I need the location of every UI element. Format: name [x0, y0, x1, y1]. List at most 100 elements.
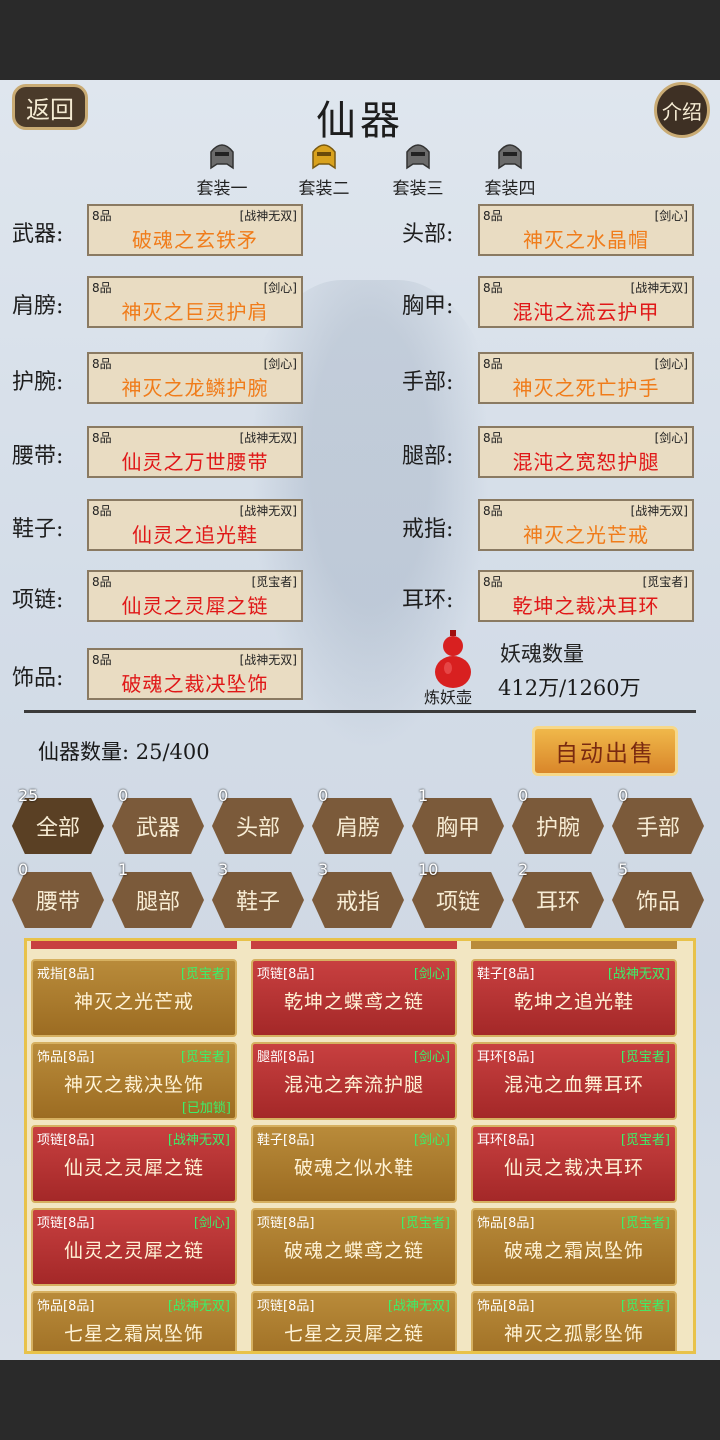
- inventory-card[interactable]: 饰品[8品] [觅宝者] 破魂之霜岚坠饰: [471, 1208, 677, 1286]
- equip-slot-chest[interactable]: 8品 [战神无双] 混沌之流云护甲: [478, 276, 694, 328]
- equip-slot-shoe[interactable]: 8品 [战神无双] 仙灵之追光鞋: [87, 499, 303, 551]
- filter-tab[interactable]: 胸甲 1: [412, 786, 504, 854]
- quality-label: 8品: [92, 281, 112, 295]
- equip-slot-necklace[interactable]: 8品 [觅宝者] 仙灵之灵犀之链: [87, 570, 303, 622]
- filter-count: 0: [18, 860, 29, 879]
- equip-slot-weapon[interactable]: 8品 [战神无双] 破魂之玄铁矛: [87, 204, 303, 256]
- filter-label: 武器: [112, 798, 204, 854]
- filter-tab[interactable]: 项链 10: [412, 860, 504, 928]
- equip-slot-belt[interactable]: 8品 [战神无双] 仙灵之万世腰带: [87, 426, 303, 478]
- affix-tag: [觅宝者]: [642, 575, 688, 589]
- inventory-panel: 戒指[8品] [觅宝者] 神灭之光芒戒 项链[8品] [剑心] 乾坤之蝶鸢之链 鞋子[8品]…: [24, 938, 696, 1354]
- equip-slot-earring[interactable]: 8品 [觅宝者] 乾坤之裁决耳环: [478, 570, 694, 622]
- filter-tab[interactable]: 鞋子 3: [212, 860, 304, 928]
- equip-slot-wrist[interactable]: 8品 [剑心] 神灭之龙鳞护腕: [87, 352, 303, 404]
- inventory-card[interactable]: 鞋子[8品] [战神无双] 乾坤之追光鞋: [471, 959, 677, 1037]
- inventory-card[interactable]: 饰品[8品] [战神无双] 七星之霜岚坠饰: [31, 1291, 237, 1351]
- equip-slot-head[interactable]: 8品 [剑心] 神灭之水晶帽: [478, 204, 694, 256]
- filter-label: 戒指: [312, 872, 404, 928]
- slot-label-shoe: 鞋子:: [12, 517, 64, 542]
- card-name: 神灭之孤影坠饰: [503, 1323, 644, 1345]
- game-screen: 返回 仙器 介绍 套装一 套装二 套装三 套装四 武器: 8品 [战神无双] 破魂之玄…: [0, 80, 720, 1360]
- inventory-card[interactable]: 鞋子[8品] [剑心] 破魂之似水鞋: [251, 1125, 457, 1203]
- filter-count: 3: [318, 860, 329, 879]
- helmet-icon: [205, 138, 239, 172]
- set-tab-2[interactable]: 套装二: [284, 138, 364, 199]
- inventory-card[interactable]: 项链[8品] [觅宝者] 破魂之蝶鸢之链: [251, 1208, 457, 1286]
- affix-tag: [剑心]: [263, 357, 297, 371]
- card-name: 破魂之霜岚坠饰: [503, 1240, 644, 1262]
- filter-label: 项链: [412, 872, 504, 928]
- card-type: 项链[8品]: [257, 1216, 315, 1231]
- inventory-card[interactable]: 项链[8品] [战神无双] 仙灵之灵犀之链: [31, 1125, 237, 1203]
- inventory-card[interactable]: 项链[8品] [剑心] 仙灵之灵犀之链: [31, 1208, 237, 1286]
- quality-label: 8品: [483, 209, 503, 223]
- filter-tab[interactable]: 耳环 2: [512, 860, 604, 928]
- card-stub: [251, 941, 457, 949]
- inventory-card[interactable]: 饰品[8品] [觅宝者] 神灭之孤影坠饰: [471, 1291, 677, 1351]
- card-tag: [觅宝者]: [620, 1216, 670, 1231]
- slot-label-weapon: 武器:: [12, 222, 64, 247]
- affix-tag: [战神无双]: [630, 281, 688, 295]
- set-tab-3[interactable]: 套装三: [378, 138, 458, 199]
- inventory-card[interactable]: 项链[8品] [剑心] 乾坤之蝶鸢之链: [251, 959, 457, 1037]
- item-name: 神灭之光芒戒: [523, 523, 649, 547]
- filter-tab[interactable]: 戒指 3: [312, 860, 404, 928]
- card-tag: [剑心]: [193, 1216, 230, 1231]
- inventory-card[interactable]: 项链[8品] [战神无双] 七星之灵犀之链: [251, 1291, 457, 1351]
- card-tag: [战神无双]: [387, 1299, 450, 1314]
- inventory-card[interactable]: 耳环[8品] [觅宝者] 仙灵之裁决耳环: [471, 1125, 677, 1203]
- item-name: 神灭之死亡护手: [512, 376, 660, 400]
- affix-tag: [战神无双]: [239, 653, 297, 667]
- filter-tab[interactable]: 手部 0: [612, 786, 704, 854]
- equip-slot-leg[interactable]: 8品 [剑心] 混沌之宽恕护腿: [478, 426, 694, 478]
- filter-tab[interactable]: 肩膀 0: [312, 786, 404, 854]
- item-name: 神灭之巨灵护肩: [121, 300, 269, 324]
- card-tag: [剑心]: [413, 1050, 450, 1065]
- slot-label-head: 头部:: [402, 222, 454, 247]
- set-tab-1[interactable]: 套装一: [182, 138, 262, 199]
- inventory-card[interactable]: 腿部[8品] [剑心] 混沌之奔流护腿: [251, 1042, 457, 1120]
- quality-label: 8品: [483, 281, 503, 295]
- card-type: 项链[8品]: [37, 1216, 95, 1231]
- set-tab-4[interactable]: 套装四: [470, 138, 550, 199]
- item-name: 乾坤之裁决耳环: [512, 594, 660, 618]
- card-name: 破魂之蝶鸢之链: [283, 1240, 424, 1262]
- equip-slot-ring[interactable]: 8品 [战神无双] 神灭之光芒戒: [478, 499, 694, 551]
- slot-label-earring: 耳环:: [402, 588, 454, 613]
- card-tag: [剑心]: [413, 967, 450, 982]
- filter-tab[interactable]: 饰品 5: [612, 860, 704, 928]
- item-name: 神灭之龙鳞护腕: [121, 376, 269, 400]
- card-type: 饰品[8品]: [37, 1050, 95, 1065]
- gourd-label: 炼妖壶: [424, 688, 473, 707]
- filter-count: 0: [218, 786, 229, 805]
- item-name: 破魂之裁决坠饰: [121, 672, 269, 696]
- inventory-card[interactable]: 饰品[8品] [觅宝者] 神灭之裁决坠饰 [已加锁]: [31, 1042, 237, 1120]
- auto-sell-button[interactable]: 自动出售: [532, 726, 678, 776]
- filter-tab[interactable]: 头部 0: [212, 786, 304, 854]
- intro-button[interactable]: 介绍: [654, 82, 710, 138]
- inventory-card[interactable]: 耳环[8品] [觅宝者] 混沌之血舞耳环: [471, 1042, 677, 1120]
- equip-slot-ornament[interactable]: 8品 [战神无双] 破魂之裁决坠饰: [87, 648, 303, 700]
- inventory-card[interactable]: 戒指[8品] [觅宝者] 神灭之光芒戒: [31, 959, 237, 1037]
- affix-tag: [觅宝者]: [251, 575, 297, 589]
- filter-tab[interactable]: 护腕 0: [512, 786, 604, 854]
- card-type: 鞋子[8品]: [257, 1133, 315, 1148]
- equip-slot-hand[interactable]: 8品 [剑心] 神灭之死亡护手: [478, 352, 694, 404]
- card-name: 混沌之奔流护腿: [283, 1074, 424, 1096]
- card-name: 神灭之光芒戒: [73, 991, 194, 1013]
- filter-tab[interactable]: 腿部 1: [112, 860, 204, 928]
- filter-label: 腰带: [12, 872, 104, 928]
- slot-label-hand: 手部:: [402, 370, 454, 395]
- filter-tab[interactable]: 全部 25: [12, 786, 104, 854]
- filter-count: 0: [118, 786, 129, 805]
- equip-slot-shoulder[interactable]: 8品 [剑心] 神灭之巨灵护肩: [87, 276, 303, 328]
- card-stub: [31, 941, 237, 949]
- card-tag: [战神无双]: [607, 967, 670, 982]
- card-type: 饰品[8品]: [37, 1299, 95, 1314]
- filter-tab[interactable]: 腰带 0: [12, 860, 104, 928]
- filter-label: 饰品: [612, 872, 704, 928]
- filter-count: 0: [318, 786, 329, 805]
- filter-tab[interactable]: 武器 0: [112, 786, 204, 854]
- slot-label-belt: 腰带:: [12, 444, 64, 469]
